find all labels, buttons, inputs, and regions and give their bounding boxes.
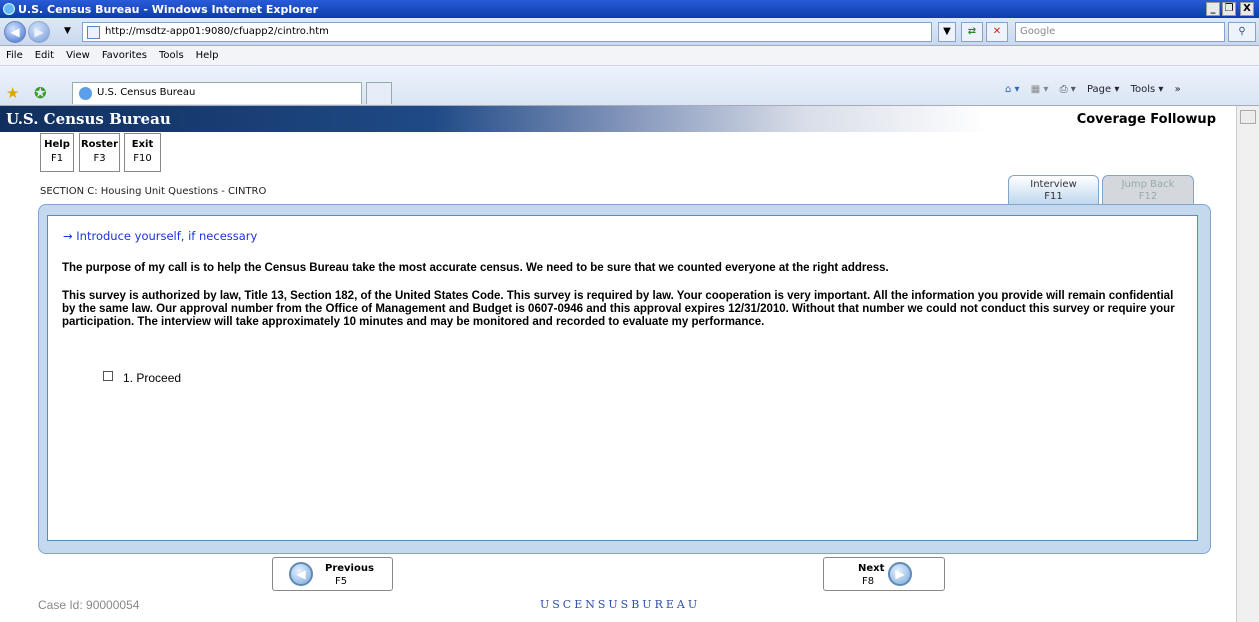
ie-logo-icon	[3, 3, 15, 15]
roster-button[interactable]: Roster F3	[79, 133, 120, 172]
stop-icon[interactable]: ✕	[986, 22, 1008, 42]
question-text-purpose: The purpose of my call is to help the Ce…	[62, 262, 889, 274]
address-dropdown-icon[interactable]: ▼	[938, 22, 956, 42]
tab-interview-label: Interview	[1030, 179, 1077, 190]
brand-title: U.S. Census Bureau	[6, 110, 171, 128]
search-input[interactable]: Google	[1015, 22, 1225, 42]
census-header: U.S. Census Bureau Coverage Followup	[0, 106, 1236, 132]
next-label: Next	[858, 563, 885, 574]
chevron-right-icon[interactable]: »	[1175, 84, 1181, 95]
menu-tools[interactable]: Tools	[159, 50, 184, 61]
next-arrow-icon: ▶	[888, 562, 912, 586]
print-icon[interactable]: ⎙ ▾	[1060, 84, 1076, 95]
scroll-up-arrow-icon[interactable]	[1240, 110, 1256, 124]
new-tab-button[interactable]	[366, 82, 392, 104]
menu-favorites[interactable]: Favorites	[102, 50, 147, 61]
previous-key: F5	[335, 576, 348, 587]
exit-key: F10	[133, 153, 152, 164]
window-title: U.S. Census Bureau - Windows Internet Ex…	[18, 3, 319, 16]
url-text: http://msdtz-app01:9080/cfuapp2/cintro.h…	[105, 26, 329, 37]
tab-jump-back[interactable]: Jump Back F12	[1102, 175, 1194, 205]
page-menu[interactable]: Page ▾	[1087, 84, 1119, 95]
minimize-button[interactable]: _	[1206, 2, 1220, 16]
tab-jump-back-key: F12	[1138, 191, 1158, 202]
page-icon	[87, 26, 100, 39]
menu-bar: File Edit View Favorites Tools Help	[0, 46, 1259, 66]
menu-help[interactable]: Help	[196, 50, 219, 61]
roster-label: Roster	[80, 139, 119, 150]
proceed-checkbox[interactable]	[103, 371, 113, 381]
footer-census-logo: USCENSUSBUREAU	[540, 598, 701, 611]
vertical-scrollbar[interactable]	[1236, 106, 1259, 622]
interviewer-instruction: → Introduce yourself, if necessary	[63, 229, 258, 243]
favorites-star-icon[interactable]: ★	[6, 84, 19, 102]
search-icon[interactable]: ⚲	[1228, 22, 1256, 42]
exit-label: Exit	[131, 139, 154, 150]
back-icon[interactable]: ◀	[4, 21, 26, 43]
help-label: Help	[44, 139, 70, 150]
section-title: SECTION C: Housing Unit Questions - CINT…	[40, 186, 267, 197]
previous-label: Previous	[325, 563, 374, 574]
next-key: F8	[862, 576, 875, 587]
help-key: F1	[50, 153, 64, 164]
menu-edit[interactable]: Edit	[35, 50, 54, 61]
next-button[interactable]: Next F8 ▶	[823, 557, 945, 591]
add-favorite-icon[interactable]: ✪	[34, 84, 47, 102]
ie-page-icon	[79, 87, 92, 100]
address-toolbar: ◀ ▶ ▼ http://msdtz-app01:9080/cfuapp2/ci…	[0, 18, 1259, 46]
close-window-button[interactable]: X	[1240, 2, 1254, 16]
feeds-icon[interactable]: ▦ ▾	[1031, 84, 1049, 95]
history-dropdown-icon[interactable]: ▼	[64, 26, 71, 36]
command-bar: ⌂ ▾ ▦ ▾ ⎙ ▾ Page ▾ Tools ▾ »	[1005, 84, 1189, 95]
previous-button[interactable]: ◀ Previous F5	[272, 557, 393, 591]
case-id: Case Id: 90000054	[38, 598, 140, 612]
window-title-bar: U.S. Census Bureau - Windows Internet Ex…	[0, 0, 1259, 18]
maximize-button[interactable]: ❐	[1222, 2, 1236, 16]
refresh-icon[interactable]: ⇄	[961, 22, 983, 42]
product-title: Coverage Followup	[1076, 112, 1216, 127]
forward-icon[interactable]: ▶	[28, 21, 50, 43]
previous-arrow-icon: ◀	[289, 562, 313, 586]
tab-interview[interactable]: Interview F11	[1008, 175, 1099, 205]
tab-jump-back-label: Jump Back	[1121, 179, 1175, 190]
browser-tab-active[interactable]: U.S. Census Bureau	[72, 82, 362, 104]
tools-menu[interactable]: Tools ▾	[1131, 84, 1164, 95]
proceed-option-label[interactable]: 1. Proceed	[123, 371, 181, 385]
menu-view[interactable]: View	[66, 50, 90, 61]
home-icon[interactable]: ⌂ ▾	[1005, 84, 1020, 95]
tab-bar: ★ ✪ U.S. Census Bureau ⌂ ▾ ▦ ▾ ⎙ ▾ Page …	[0, 66, 1259, 106]
help-button[interactable]: Help F1	[40, 133, 74, 172]
menu-file[interactable]: File	[6, 50, 23, 61]
browser-tab-label: U.S. Census Bureau	[97, 87, 196, 98]
question-text-authorization: This survey is authorized by law, Title …	[62, 290, 1175, 328]
tab-interview-key: F11	[1044, 191, 1063, 202]
roster-key: F3	[93, 153, 106, 164]
address-input[interactable]: http://msdtz-app01:9080/cfuapp2/cintro.h…	[82, 22, 932, 42]
exit-button[interactable]: Exit F10	[124, 133, 161, 172]
